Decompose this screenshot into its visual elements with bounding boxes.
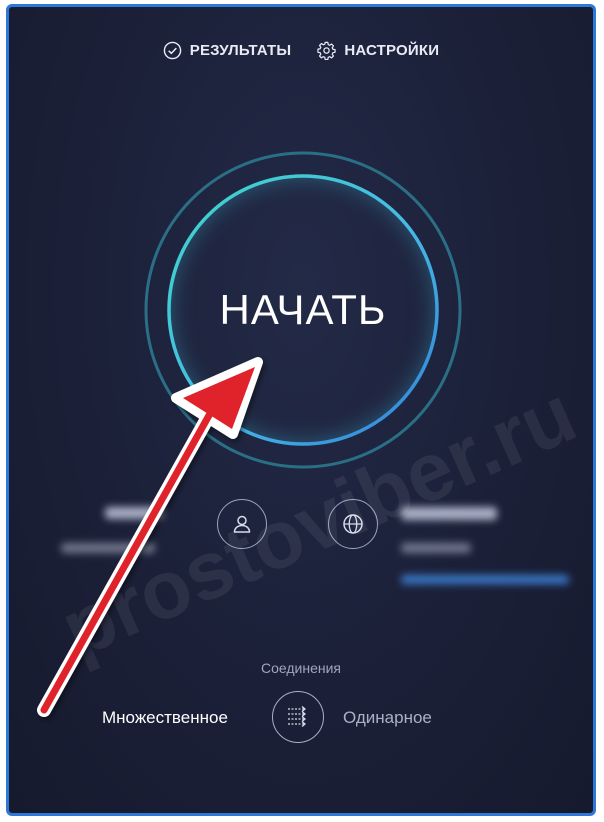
provider-button[interactable] xyxy=(217,499,267,549)
single-connection-option[interactable]: Одинарное xyxy=(343,708,432,728)
multi-arrows-icon xyxy=(288,706,307,727)
multi-connection-option[interactable]: Множественное xyxy=(102,708,228,728)
results-label: РЕЗУЛЬТАТЫ xyxy=(189,42,292,59)
speedtest-panel: РЕЗУЛЬТАТЫ НАСТРОЙКИ НАЧАТЬ Соединения М… xyxy=(6,4,596,816)
settings-tab[interactable]: НАСТРОЙКИ xyxy=(317,41,439,60)
results-tab[interactable]: РЕЗУЛЬТАТЫ xyxy=(163,41,292,60)
provider-name-blurred xyxy=(105,507,163,519)
settings-label: НАСТРОЙКИ xyxy=(344,42,440,59)
provider-info-blurred xyxy=(61,543,155,553)
server-button[interactable] xyxy=(328,499,378,549)
check-circle-icon xyxy=(163,41,182,60)
connections-title: Соединения xyxy=(260,660,341,676)
globe-icon xyxy=(343,514,363,534)
connections-toggle[interactable] xyxy=(272,691,324,743)
start-button[interactable]: НАЧАТЬ xyxy=(141,148,465,472)
top-nav: РЕЗУЛЬТАТЫ НАСТРОЙКИ xyxy=(9,41,593,60)
user-icon xyxy=(233,515,251,533)
gear-icon xyxy=(317,41,336,60)
server-name-blurred xyxy=(401,507,497,520)
server-location-blurred xyxy=(401,543,471,553)
change-server-link-blurred[interactable] xyxy=(401,575,569,584)
